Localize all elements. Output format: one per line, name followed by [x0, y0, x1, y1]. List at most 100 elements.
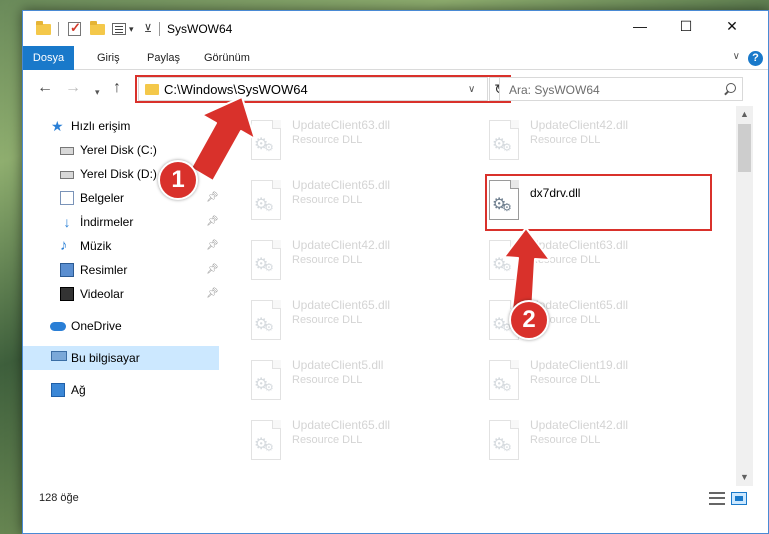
- back-button[interactable]: ←: [37, 79, 53, 97]
- pin-icon[interactable]: 📌︎: [206, 144, 219, 155]
- tab-file[interactable]: Dosya: [23, 46, 74, 70]
- explorer-window: ▾ ⊻ SysWOW64 — ☐ ✕ Dosya Giriş Paylaş Gö…: [22, 10, 769, 534]
- sidebar-item-label: Yerel Disk (D:): [80, 167, 157, 181]
- sidebar-item-downloads[interactable]: ↓ İndirmeler 📌︎: [23, 210, 219, 234]
- dll-file-icon: ⚙ ⚙: [249, 360, 283, 402]
- pictures-icon: [60, 263, 74, 277]
- file-name: UpdateClient42.dll: [292, 238, 391, 252]
- disk-icon: [60, 171, 74, 179]
- tab-share[interactable]: Paylaş: [147, 46, 180, 70]
- window-title: SysWOW64: [167, 22, 233, 36]
- file-item[interactable]: ⚙ ⚙ UpdateClient63.dll Resource DLL: [239, 116, 469, 174]
- tab-view[interactable]: Görünüm: [204, 46, 250, 70]
- file-name: UpdateClient65.dll: [292, 298, 391, 312]
- tab-home[interactable]: Giriş: [97, 46, 120, 70]
- title-bar: ▾ ⊻ SysWOW64 — ☐ ✕: [23, 11, 768, 46]
- pin-icon[interactable]: 📌︎: [206, 288, 219, 299]
- file-item[interactable]: ⚙ ⚙ UpdateClient65.dll Resource DLL: [239, 176, 469, 234]
- large-icons-view-icon[interactable]: [731, 492, 747, 505]
- computer-icon: [51, 351, 67, 361]
- file-list: ⚙ ⚙ UpdateClient63.dll Resource DLL ⚙ ⚙ Up…: [219, 106, 736, 486]
- sidebar-item-music[interactable]: ♪ Müzik 📌︎: [23, 234, 219, 258]
- up-button[interactable]: ↑: [113, 79, 121, 97]
- pin-icon[interactable]: 📌︎: [206, 168, 219, 179]
- pin-icon[interactable]: 📌︎: [206, 240, 219, 251]
- dll-file-icon: ⚙ ⚙: [487, 420, 521, 462]
- dll-file-icon: ⚙ ⚙: [487, 240, 521, 282]
- pin-icon[interactable]: 📌︎: [206, 264, 219, 275]
- sidebar-item-label: Bu bilgisayar: [71, 351, 140, 365]
- toolbar-separator: [159, 22, 160, 36]
- sidebar-item-label: Müzik: [80, 239, 112, 253]
- item-count: 128 öğe: [39, 492, 79, 504]
- dll-file-icon: ⚙ ⚙: [249, 240, 283, 282]
- file-name: UpdateClient65.dll: [292, 418, 391, 432]
- sidebar-item-network[interactable]: Ağ: [23, 378, 219, 402]
- download-icon: ↓: [63, 214, 71, 230]
- qa-customize-icon[interactable]: ⊻: [144, 22, 152, 35]
- file-name: UpdateClient42.dll: [530, 118, 629, 132]
- sidebar-item-pictures[interactable]: Resimler 📌︎: [23, 258, 219, 282]
- expand-ribbon-icon[interactable]: ∨: [733, 51, 740, 62]
- sidebar-item-label: OneDrive: [71, 319, 122, 333]
- file-item[interactable]: ⚙ ⚙ UpdateClient19.dll Resource DLL: [477, 356, 707, 414]
- sidebar-item-videos[interactable]: Videolar 📌︎: [23, 282, 219, 306]
- file-name: UpdateClient42.dll: [530, 418, 629, 432]
- pin-icon[interactable]: 📌︎: [206, 216, 219, 227]
- file-type: Resource DLL: [292, 374, 363, 386]
- new-folder-icon[interactable]: [90, 21, 106, 37]
- file-item[interactable]: ⚙ ⚙ UpdateClient42.dll Resource DLL: [239, 236, 469, 294]
- sidebar-item-local-disk-c[interactable]: Yerel Disk (C:) 📌︎: [23, 138, 219, 162]
- file-type: Resource DLL: [292, 194, 363, 206]
- properties-check-icon[interactable]: [67, 20, 83, 37]
- details-view-icon[interactable]: [709, 492, 725, 505]
- sidebar-item-onedrive[interactable]: OneDrive: [23, 314, 219, 338]
- sidebar-item-label: İndirmeler: [80, 215, 134, 229]
- folder-icon: [36, 21, 52, 37]
- address-row: ← → ▾ ↑ C:\Windows\SysWOW64 ∨ ↻ Ara: Sys…: [23, 71, 768, 106]
- cloud-icon: [50, 322, 66, 331]
- file-type: Resource DLL: [292, 314, 363, 326]
- status-bar: 128 öğe: [23, 486, 768, 514]
- file-item[interactable]: ⚙ ⚙ UpdateClient63.dll Resource DLL: [477, 236, 707, 294]
- network-icon: [51, 383, 65, 397]
- file-type: Resource DLL: [292, 254, 363, 266]
- maximize-button[interactable]: ☐: [663, 11, 709, 41]
- address-highlight: [135, 75, 511, 103]
- recent-locations-button[interactable]: ▾: [95, 83, 100, 101]
- scroll-down-icon[interactable]: ▼: [736, 469, 753, 486]
- properties-icon[interactable]: [112, 21, 128, 37]
- file-name: UpdateClient5.dll: [292, 358, 384, 372]
- scroll-thumb[interactable]: [738, 124, 751, 172]
- file-item[interactable]: ⚙ ⚙ UpdateClient42.dll Resource DLL: [477, 116, 707, 174]
- file-type: Resource DLL: [530, 134, 601, 146]
- file-type: Resource DLL: [292, 134, 363, 146]
- dll-file-icon: ⚙ ⚙: [249, 120, 283, 162]
- pin-icon[interactable]: 📌︎: [206, 192, 219, 203]
- qa-dropdown-icon[interactable]: ▾: [129, 24, 134, 35]
- sidebar-item-quick-access[interactable]: ★ Hızlı erişim: [23, 114, 219, 138]
- file-item[interactable]: ⚙ ⚙ UpdateClient65.dll Resource DLL: [239, 416, 469, 474]
- file-type: Resource DLL: [292, 434, 363, 446]
- file-type: Resource DLL: [530, 374, 601, 386]
- file-item[interactable]: ⚙ ⚙ UpdateClient42.dll Resource DLL: [477, 416, 707, 474]
- sidebar-item-label: Videolar: [80, 287, 124, 301]
- sidebar-item-label: Resimler: [80, 263, 128, 277]
- vertical-scrollbar[interactable]: ▲ ▼: [736, 106, 753, 486]
- sidebar-item-this-pc[interactable]: Bu bilgisayar: [23, 346, 219, 370]
- dll-file-icon: ⚙ ⚙: [249, 300, 283, 342]
- sidebar-item-label: Hızlı erişim: [71, 119, 131, 133]
- dll-file-icon: ⚙ ⚙: [487, 360, 521, 402]
- step-badge-1: 1: [158, 160, 198, 200]
- file-name: UpdateClient63.dll: [530, 238, 629, 252]
- file-item[interactable]: ⚙ ⚙ UpdateClient65.dll Resource DLL: [239, 296, 469, 354]
- close-button[interactable]: ✕: [709, 11, 755, 41]
- search-icon[interactable]: [724, 83, 736, 95]
- sidebar-item-label: Yerel Disk (C:): [80, 143, 157, 157]
- file-item[interactable]: ⚙ ⚙ UpdateClient5.dll Resource DLL: [239, 356, 469, 414]
- forward-button[interactable]: →: [65, 79, 81, 97]
- search-input[interactable]: Ara: SysWOW64: [499, 77, 743, 101]
- scroll-up-icon[interactable]: ▲: [736, 106, 753, 123]
- help-button[interactable]: ?: [748, 51, 763, 66]
- minimize-button[interactable]: —: [617, 11, 663, 41]
